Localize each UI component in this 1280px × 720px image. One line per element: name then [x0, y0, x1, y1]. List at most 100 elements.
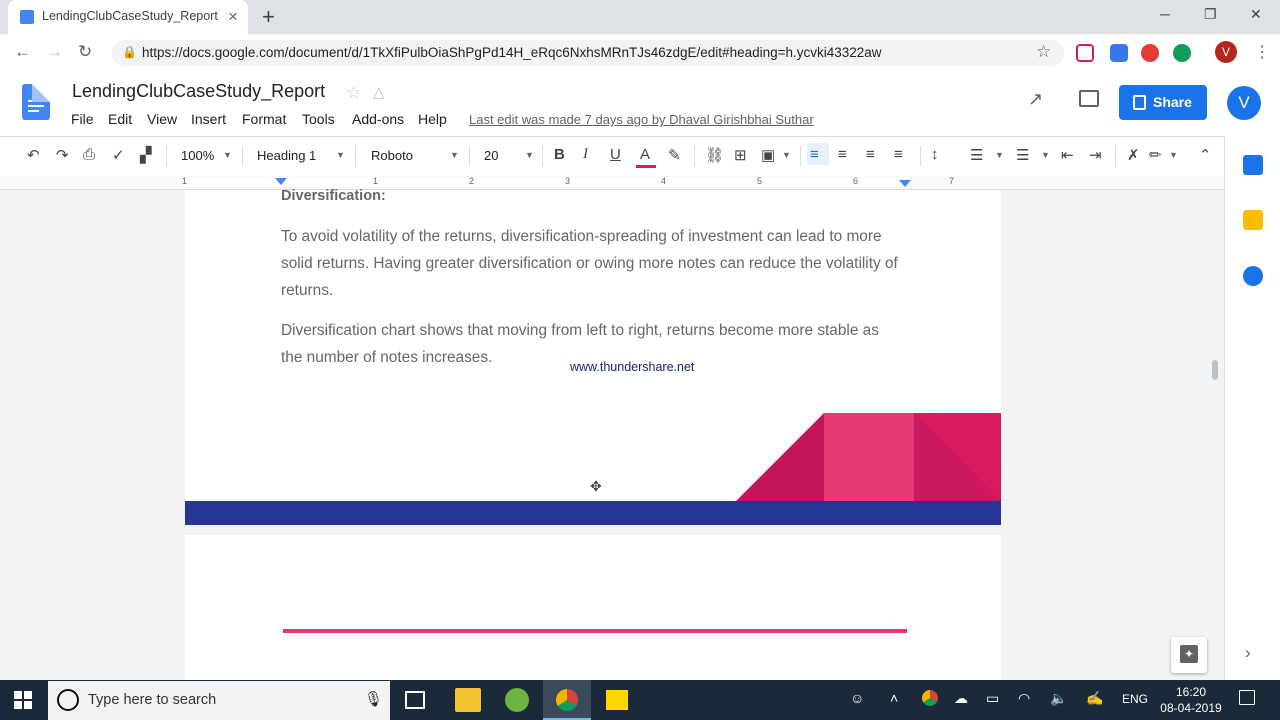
zoom-select[interactable]: 100%: [181, 148, 214, 163]
file-explorer-icon[interactable]: [455, 688, 481, 712]
clear-formatting-icon[interactable]: ✗: [1127, 146, 1140, 164]
hangouts-extension-icon[interactable]: [1173, 44, 1191, 62]
minimize-button[interactable]: ─: [1160, 6, 1170, 22]
keep-icon[interactable]: [1243, 210, 1263, 230]
forward-icon[interactable]: →: [46, 42, 63, 62]
calendar-extension-icon[interactable]: [1110, 44, 1128, 62]
chevron-down-icon[interactable]: ▼: [995, 150, 1004, 160]
move-to-drive-icon[interactable]: △: [373, 83, 385, 101]
italic-button[interactable]: I: [583, 146, 588, 163]
left-indent-marker[interactable]: [275, 178, 287, 185]
new-tab-button[interactable]: +: [262, 4, 275, 30]
pen-icon[interactable]: ✍: [1086, 690, 1103, 707]
clock[interactable]: 16:20 08-04-2019: [1160, 684, 1222, 716]
spellcheck-icon[interactable]: ✓: [112, 146, 125, 164]
menu-tools[interactable]: Tools: [302, 111, 335, 127]
menu-file[interactable]: File: [71, 111, 94, 127]
sticky-notes-icon[interactable]: [606, 690, 628, 710]
section-heading[interactable]: Diversification:: [281, 188, 386, 204]
redo-icon[interactable]: ↷: [56, 146, 69, 164]
share-button[interactable]: Share: [1119, 85, 1207, 120]
align-left-icon[interactable]: ≡: [810, 146, 819, 163]
chevron-right-icon[interactable]: ›: [1245, 643, 1251, 663]
menu-edit[interactable]: Edit: [108, 111, 132, 127]
activity-dashboard-icon[interactable]: ↗: [1028, 89, 1043, 110]
right-indent-marker[interactable]: [899, 180, 911, 187]
microphone-icon[interactable]: 🎙: [364, 690, 383, 708]
bookmark-star-icon[interactable]: ☆: [1036, 42, 1051, 62]
collapse-toolbar-icon[interactable]: ⌃: [1199, 146, 1212, 164]
menu-help[interactable]: Help: [418, 111, 447, 127]
text-color-button[interactable]: A: [640, 146, 650, 163]
font-size-select[interactable]: 20: [484, 148, 498, 163]
chevron-down-icon[interactable]: ▼: [223, 150, 232, 160]
body-paragraph[interactable]: To avoid volatility of the returns, dive…: [281, 223, 901, 304]
underline-button[interactable]: U: [610, 146, 621, 163]
document-title[interactable]: LendingClubCaseStudy_Report: [72, 81, 325, 102]
star-document-icon[interactable]: ☆: [346, 83, 361, 103]
tasks-icon[interactable]: [1243, 266, 1263, 286]
volume-icon[interactable]: 🔈: [1050, 690, 1067, 707]
url-text[interactable]: https://docs.google.com/document/d/1TkXf…: [142, 45, 882, 60]
align-center-icon[interactable]: ≡: [838, 146, 847, 163]
task-view-icon[interactable]: [405, 691, 425, 709]
action-center-icon[interactable]: [1239, 690, 1255, 705]
pocket-extension-icon[interactable]: [1076, 44, 1094, 62]
chevron-down-icon[interactable]: ▼: [782, 150, 791, 160]
close-tab-icon[interactable]: ×: [228, 7, 238, 27]
chevron-down-icon[interactable]: ▼: [336, 150, 345, 160]
highlight-color-icon[interactable]: ✎: [668, 146, 681, 164]
menu-view[interactable]: View: [147, 111, 177, 127]
chevron-down-icon[interactable]: ▼: [450, 150, 459, 160]
undo-icon[interactable]: ↶: [27, 146, 40, 164]
explore-button[interactable]: ✦: [1171, 637, 1207, 673]
stop-extension-icon[interactable]: [1141, 44, 1159, 62]
font-select[interactable]: Roboto: [371, 148, 413, 163]
vertical-scrollbar[interactable]: [1212, 360, 1218, 380]
people-icon[interactable]: ☺: [850, 690, 864, 706]
input-language[interactable]: ENG: [1122, 692, 1148, 706]
comments-icon[interactable]: [1079, 90, 1099, 107]
lock-icon[interactable]: 🔒: [122, 45, 137, 59]
decrease-indent-icon[interactable]: ⇤: [1061, 146, 1074, 164]
browser-tab[interactable]: LendingClubCaseStudy_Report - Google Doc…: [8, 0, 248, 34]
onedrive-icon[interactable]: ☁: [954, 690, 968, 707]
align-right-icon[interactable]: ≡: [866, 146, 875, 163]
chevron-down-icon[interactable]: ▼: [1169, 150, 1178, 160]
taskbar-search-placeholder[interactable]: Type here to search: [88, 692, 216, 708]
editing-mode-icon[interactable]: ✏: [1149, 146, 1162, 164]
paint-format-icon[interactable]: ▞: [140, 146, 152, 164]
menu-format[interactable]: Format: [242, 111, 286, 127]
bulleted-list-icon[interactable]: ☰: [1016, 146, 1029, 164]
insert-comment-icon[interactable]: ⊞: [734, 146, 747, 164]
insert-image-icon[interactable]: ▣: [761, 146, 775, 164]
document-page[interactable]: [185, 535, 1001, 680]
windows-start-icon[interactable]: [14, 691, 32, 709]
chrome-tray-icon[interactable]: [922, 690, 938, 706]
bold-button[interactable]: B: [554, 146, 565, 163]
docs-logo-icon[interactable]: [22, 84, 50, 120]
show-hidden-icons-icon[interactable]: ˄: [890, 690, 898, 706]
calendar-icon[interactable]: [1243, 155, 1263, 175]
browser-profile-avatar[interactable]: V: [1215, 41, 1237, 63]
last-edit-link[interactable]: Last edit was made 7 days ago by Dhaval …: [469, 112, 814, 127]
chevron-down-icon[interactable]: ▼: [525, 150, 534, 160]
insert-link-icon[interactable]: ⛓: [705, 146, 724, 164]
print-icon[interactable]: ⎙: [83, 146, 95, 163]
battery-icon[interactable]: ▭: [986, 690, 999, 707]
restore-button[interactable]: ❐: [1204, 6, 1217, 23]
increase-indent-icon[interactable]: ⇥: [1089, 146, 1102, 164]
chrome-icon[interactable]: [556, 689, 578, 711]
justify-icon[interactable]: ≡: [894, 146, 903, 163]
back-icon[interactable]: ←: [14, 42, 31, 62]
line-spacing-icon[interactable]: ↕: [931, 146, 939, 163]
menu-insert[interactable]: Insert: [191, 111, 226, 127]
wifi-icon[interactable]: ◠: [1018, 690, 1030, 707]
spring-tool-icon[interactable]: [505, 688, 529, 712]
paragraph-style-select[interactable]: Heading 1: [257, 148, 316, 163]
reload-icon[interactable]: ↻: [78, 42, 92, 62]
chevron-down-icon[interactable]: ▼: [1041, 150, 1050, 160]
numbered-list-icon[interactable]: ☰: [970, 146, 983, 164]
browser-menu-icon[interactable]: ⋮: [1254, 42, 1270, 62]
user-avatar[interactable]: V: [1227, 86, 1261, 120]
